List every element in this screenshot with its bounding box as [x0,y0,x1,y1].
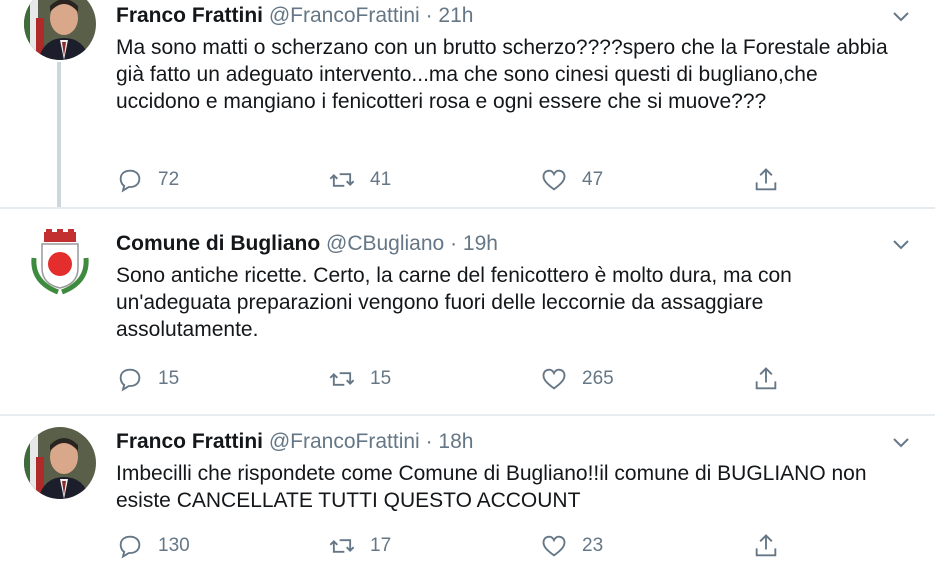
like-icon [542,169,566,191]
reply-icon [119,169,141,193]
chevron-down-icon[interactable] [892,436,910,450]
author-handle[interactable]: @FrancoFrattini [269,4,420,27]
tweet-actions: 15 15 265 [116,365,816,393]
retweet-button[interactable]: 15 [328,365,391,393]
reply-button[interactable]: 72 [116,166,179,194]
like-button[interactable]: 47 [540,166,603,194]
reply-icon [119,368,141,392]
tweet-text: Ma sono matti o scherzano con un brutto … [116,36,888,113]
share-button[interactable] [752,365,794,393]
tweet[interactable]: Franco Frattini @FrancoFrattini · 18h Im… [0,415,935,583]
reply-count: 130 [158,535,190,556]
like-icon [542,535,566,557]
share-icon [755,168,777,191]
reply-button[interactable]: 130 [116,532,190,560]
tweet-text: Imbecilli che rispondete come Comune di … [116,462,867,512]
tweet-actions: 72 41 47 [116,166,816,194]
author-name[interactable]: Franco Frattini [116,430,263,453]
share-icon [755,534,777,557]
like-button[interactable]: 265 [540,365,614,393]
like-button[interactable]: 23 [540,532,603,560]
retweet-count: 15 [370,368,392,389]
retweet-button[interactable]: 17 [328,532,391,560]
retweet-button[interactable]: 41 [328,166,391,194]
tweet[interactable]: Franco Frattini @FrancoFrattini · 21h Ma… [0,0,935,208]
share-button[interactable] [752,532,794,560]
share-button[interactable] [752,166,794,194]
chevron-down-icon[interactable] [892,238,910,252]
like-count: 23 [582,535,604,556]
separator: · [425,430,433,453]
author-name[interactable]: Comune di Bugliano [116,232,320,255]
tweet-header: Franco Frattini @FrancoFrattini · 18h [116,429,473,455]
tweet-time[interactable]: 21h [438,4,473,27]
thread-line [57,62,61,208]
like-icon [542,368,566,390]
coat-of-arms-logo [31,229,89,295]
tweet-header: Franco Frattini @FrancoFrattini · 21h [116,3,473,29]
chevron-down-icon[interactable] [892,10,910,24]
author-handle[interactable]: @FrancoFrattini [269,430,420,453]
retweet-count: 17 [370,535,392,556]
like-count: 47 [582,169,604,190]
tweet-time[interactable]: 18h [438,430,473,453]
author-handle[interactable]: @CBugliano [326,232,444,255]
retweet-count: 41 [370,169,392,190]
tweet-actions: 130 17 23 [116,532,816,560]
reply-button[interactable]: 15 [116,365,179,393]
avatar[interactable] [24,224,96,296]
retweet-icon [329,539,355,553]
separator: · [450,232,458,255]
reply-icon [119,535,141,559]
tweet-header: Comune di Bugliano @CBugliano · 19h [116,231,498,257]
author-name[interactable]: Franco Frattini [116,4,263,27]
reply-count: 15 [158,368,180,389]
tweet-time[interactable]: 19h [463,232,498,255]
avatar[interactable] [24,427,96,499]
reply-count: 72 [158,169,180,190]
retweet-icon [329,173,355,187]
like-count: 265 [582,368,614,389]
separator: · [425,4,433,27]
retweet-icon [329,372,355,386]
share-icon [755,367,777,390]
avatar[interactable] [24,0,96,60]
tweet-text: Sono antiche ricette. Certo, la carne de… [116,264,792,341]
tweet[interactable]: Comune di Bugliano @CBugliano · 19h Sono… [0,208,935,415]
